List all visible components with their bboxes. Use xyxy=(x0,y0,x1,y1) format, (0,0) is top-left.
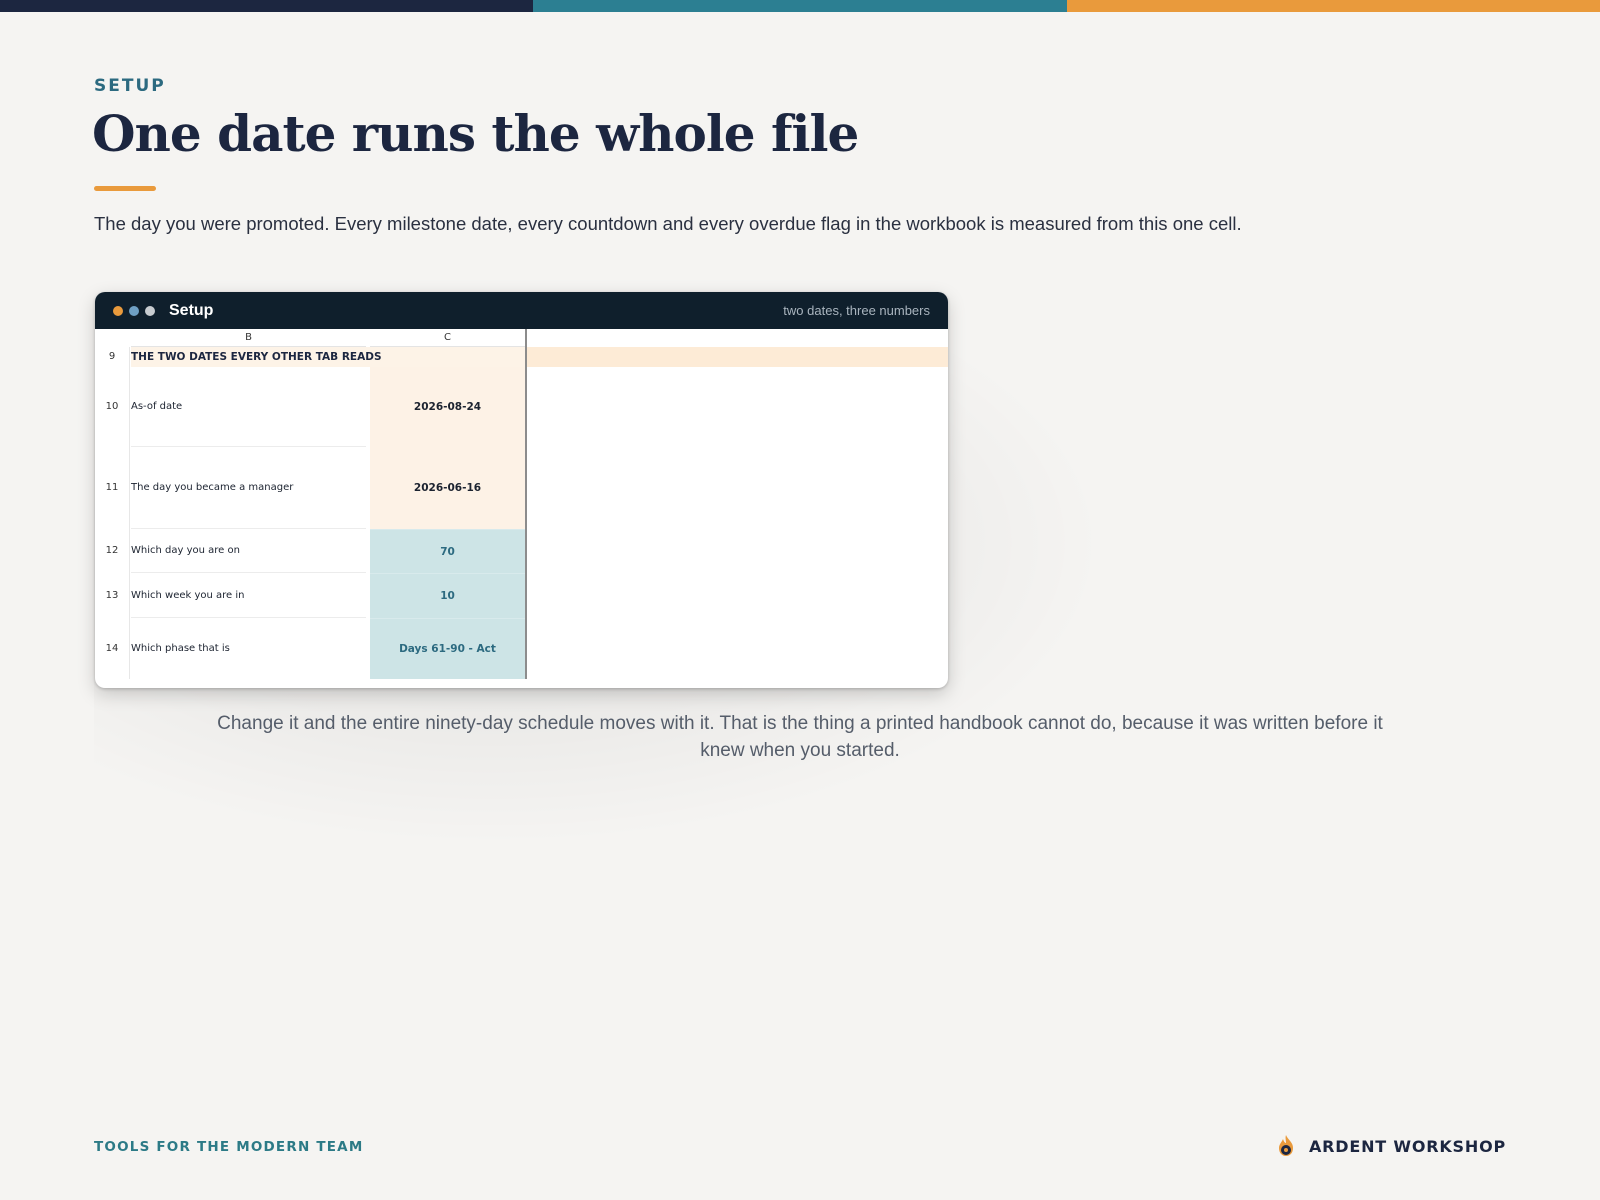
label-cell[interactable]: Which day you are on xyxy=(131,529,366,573)
window-title: Setup xyxy=(169,301,214,319)
accent-segment-teal xyxy=(533,0,1067,12)
accent-segment-orange xyxy=(1066,0,1600,12)
spreadsheet-window: Setup two dates, three numbers B C 9 THE… xyxy=(95,292,948,688)
footer-brand: ARDENT WORKSHOP xyxy=(1275,1134,1506,1158)
window-dot-blue-icon xyxy=(129,305,139,316)
day-number-cell[interactable]: 70 xyxy=(370,529,525,573)
column-header-c[interactable]: C xyxy=(370,329,525,347)
label-cell[interactable]: The day you became a manager xyxy=(131,447,366,529)
window-dot-grey-icon xyxy=(145,305,155,316)
window-dot-orange-icon xyxy=(113,305,123,316)
row-number[interactable]: 11 xyxy=(95,447,130,529)
footer-tagline: TOOLS FOR THE MODERN TEAM xyxy=(94,1139,364,1155)
row-number[interactable]: 10 xyxy=(95,367,130,447)
row-number[interactable]: 12 xyxy=(95,529,130,573)
manager-start-date-cell[interactable]: 2026-06-16 xyxy=(370,447,525,529)
row-number[interactable]: 13 xyxy=(95,573,130,618)
section-row-highlight xyxy=(527,347,948,367)
column-header-b[interactable]: B xyxy=(131,329,366,347)
caption-paragraph: Change it and the entire ninety-day sche… xyxy=(217,713,1383,761)
flame-gear-icon xyxy=(1279,1135,1293,1156)
as-of-date-cell[interactable]: 2026-08-24 xyxy=(370,367,525,447)
title-underline xyxy=(94,186,156,191)
window-titlebar: Setup two dates, three numbers xyxy=(95,292,948,329)
section-eyebrow: SETUP xyxy=(94,76,166,96)
label-cell[interactable]: As-of date xyxy=(131,367,366,447)
accent-segment-navy xyxy=(0,0,534,12)
spreadsheet-grid: B C 9 THE TWO DATES EVERY OTHER TAB READ… xyxy=(95,329,948,688)
top-accent-bar xyxy=(0,0,1600,12)
week-number-cell[interactable]: 10 xyxy=(370,573,525,618)
phase-cell[interactable]: Days 61-90 - Act xyxy=(370,618,525,679)
section-row-label[interactable]: THE TWO DATES EVERY OTHER TAB READS xyxy=(131,347,527,367)
label-cell[interactable]: Which week you are in xyxy=(131,573,366,618)
row-number[interactable]: 9 xyxy=(95,347,130,367)
label-cell[interactable]: Which phase that is xyxy=(131,618,366,679)
window-subtitle: two dates, three numbers xyxy=(783,303,930,318)
brand-name: ARDENT WORKSHOP xyxy=(1309,1136,1506,1156)
column-divider xyxy=(525,329,527,679)
page-title: One date runs the whole file xyxy=(92,104,859,163)
lead-paragraph: The day you were promoted. Every milesto… xyxy=(94,213,1242,234)
row-number[interactable]: 14 xyxy=(95,618,130,679)
